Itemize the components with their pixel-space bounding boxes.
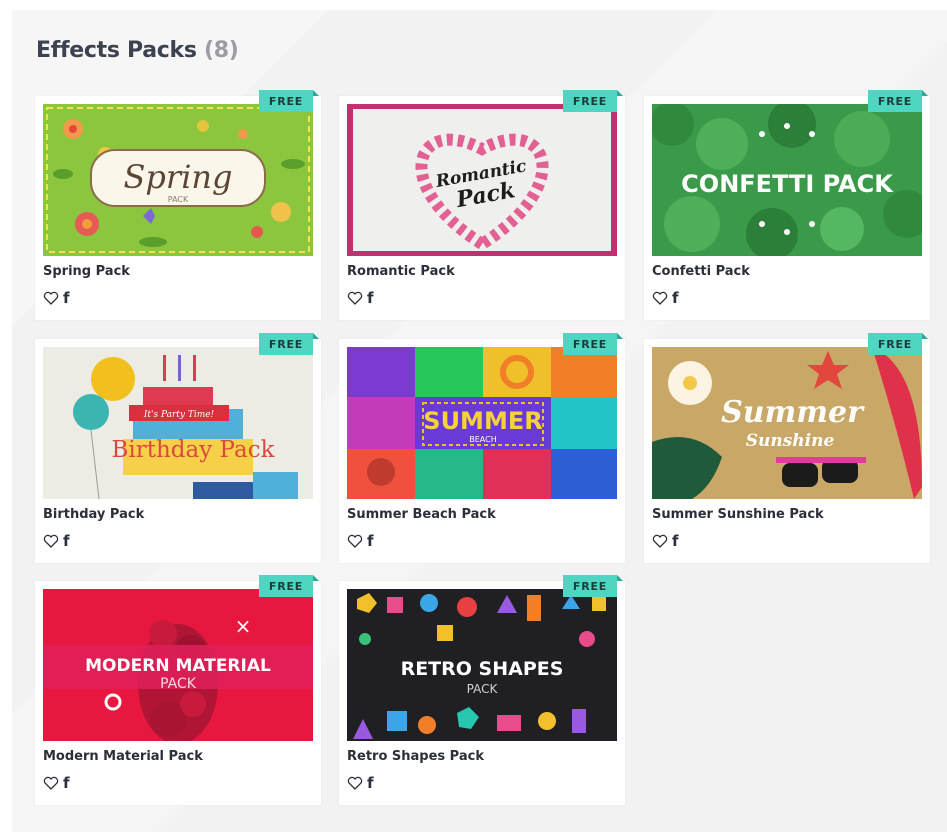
thumb-title: RETRO SHAPES (401, 658, 564, 680)
card-actions: f (652, 288, 679, 308)
free-badge: FREE (259, 575, 319, 597)
pack-card-summer-sunshine[interactable]: Summer Sunshine FREE Summer Sunshine Pac… (644, 333, 930, 563)
pack-thumbnail[interactable]: Summer Sunshine (652, 347, 922, 499)
thumb-title: SUMMER (423, 407, 542, 435)
free-badge: FREE (563, 575, 623, 597)
facebook-icon[interactable]: f (367, 290, 374, 306)
pack-card-romantic[interactable]: Romantic Pack FREE Romantic Pack f (339, 90, 625, 320)
free-badge: FREE (563, 333, 623, 355)
pack-thumbnail[interactable]: RETRO SHAPES PACK (347, 589, 617, 741)
card-actions: f (43, 288, 70, 308)
thumb-subtitle: BEACH (469, 435, 496, 444)
heart-icon[interactable] (652, 291, 668, 305)
card-actions: f (347, 773, 374, 793)
facebook-icon[interactable]: f (63, 533, 70, 549)
free-badge: FREE (868, 333, 928, 355)
thumb-subtitle: PACK (160, 676, 197, 692)
free-badge: FREE (259, 333, 319, 355)
heart-icon[interactable] (347, 291, 363, 305)
pack-title[interactable]: Modern Material Pack (43, 749, 203, 764)
thumb-title: Spring (123, 158, 232, 196)
pack-thumbnail[interactable]: × MODERN MATERIAL PACK (43, 589, 313, 741)
free-badge: FREE (563, 90, 623, 112)
facebook-icon[interactable]: f (367, 775, 374, 791)
heart-icon[interactable] (43, 534, 59, 548)
card-actions: f (347, 531, 374, 551)
svg-text:×: × (235, 614, 252, 638)
heart-icon[interactable] (347, 534, 363, 548)
thumb-title: CONFETTI PACK (681, 170, 894, 198)
heart-icon[interactable] (347, 776, 363, 790)
pack-title[interactable]: Summer Sunshine Pack (652, 507, 824, 522)
section-heading: Effects Packs (8) (36, 38, 239, 63)
thumb-subtitle: Sunshine (746, 431, 835, 451)
pack-card-summer-beach[interactable]: SUMMER BEACH FREE Summer Beach Pack f (339, 333, 625, 563)
thumb-title: MODERN MATERIAL (85, 656, 271, 676)
facebook-icon[interactable]: f (63, 290, 70, 306)
pack-thumbnail[interactable]: Spring PACK (43, 104, 313, 256)
pack-title[interactable]: Summer Beach Pack (347, 507, 496, 522)
facebook-icon[interactable]: f (672, 290, 679, 306)
pack-title[interactable]: Romantic Pack (347, 264, 455, 279)
heart-icon[interactable] (652, 534, 668, 548)
free-badge: FREE (868, 90, 928, 112)
pack-card-modern-material[interactable]: × MODERN MATERIAL PACK FREE Modern Mater… (35, 575, 321, 805)
section-title: Effects Packs (36, 38, 197, 63)
thumb-subtitle: PACK (168, 195, 189, 204)
card-actions: f (43, 773, 70, 793)
facebook-icon[interactable]: f (63, 775, 70, 791)
pack-title[interactable]: Confetti Pack (652, 264, 750, 279)
thumb-subtitle: PACK (467, 682, 499, 696)
facebook-icon[interactable]: f (367, 533, 374, 549)
section-count: (8) (204, 38, 239, 63)
pack-title[interactable]: Retro Shapes Pack (347, 749, 484, 764)
thumb-title: Summer (721, 395, 865, 430)
pack-card-confetti[interactable]: CONFETTI PACK FREE Confetti Pack f (644, 90, 930, 320)
thumb-title: Birthday Pack (111, 437, 275, 463)
facebook-icon[interactable]: f (672, 533, 679, 549)
pack-thumbnail[interactable]: Romantic Pack (347, 104, 617, 256)
pack-card-spring[interactable]: Spring PACK FREE Spring Pack f (35, 90, 321, 320)
pack-thumbnail[interactable]: CONFETTI PACK (652, 104, 922, 256)
thumb-subtitle: It's Party Time! (143, 410, 215, 420)
heart-icon[interactable] (43, 776, 59, 790)
card-actions: f (43, 531, 70, 551)
heart-icon[interactable] (43, 291, 59, 305)
card-actions: f (347, 288, 374, 308)
card-actions: f (652, 531, 679, 551)
pack-title[interactable]: Birthday Pack (43, 507, 144, 522)
free-badge: FREE (259, 90, 319, 112)
pack-thumbnail[interactable]: SUMMER BEACH (347, 347, 617, 499)
pack-card-retro-shapes[interactable]: RETRO SHAPES PACK FREE Retro Shapes Pack… (339, 575, 625, 805)
pack-card-birthday[interactable]: It's Party Time! Birthday Pack FREE Birt… (35, 333, 321, 563)
pack-thumbnail[interactable]: It's Party Time! Birthday Pack (43, 347, 313, 499)
pack-title[interactable]: Spring Pack (43, 264, 130, 279)
